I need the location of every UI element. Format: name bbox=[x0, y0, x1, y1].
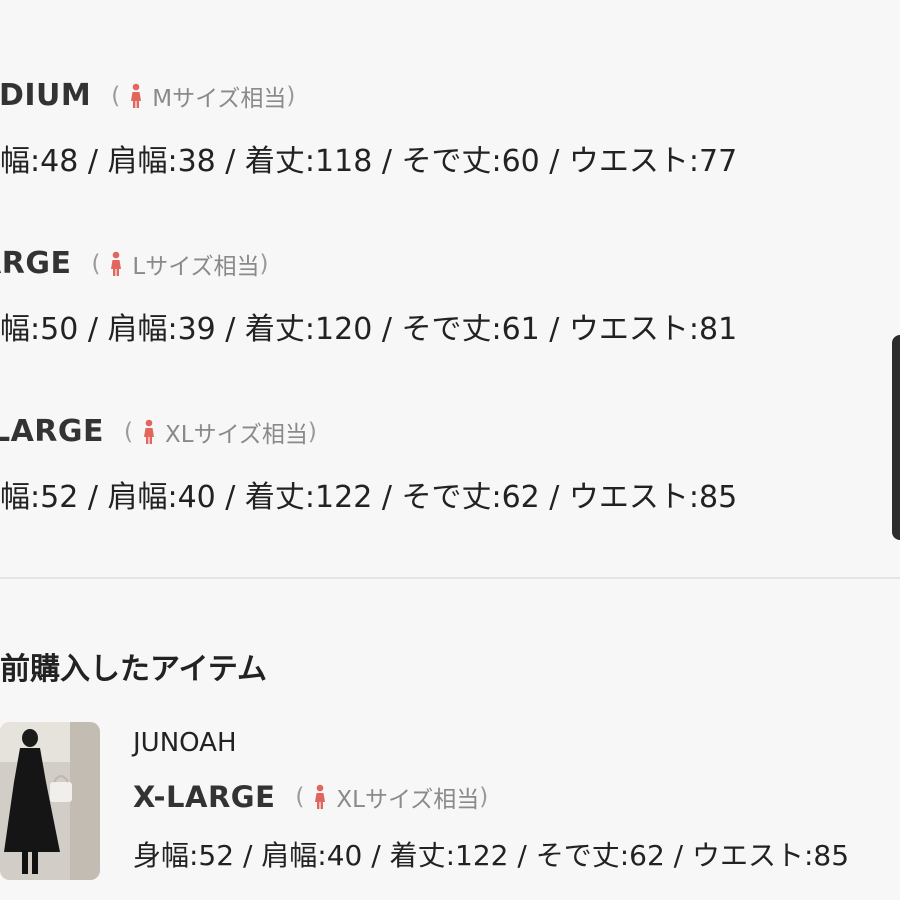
item-size-equivalent: ( XLサイズ相当 ) bbox=[295, 780, 488, 814]
paren-open: ( bbox=[295, 784, 305, 810]
past-purchases-title: 前購入したアイテム bbox=[0, 652, 267, 687]
size-measurements: 幅:52 / 肩幅:40 / 着丈:122 / そで丈:62 / ウエスト:85 bbox=[0, 480, 738, 515]
female-figure-icon bbox=[111, 251, 122, 276]
size-equivalent: ( XLサイズ相当 ) bbox=[124, 415, 317, 449]
section-divider bbox=[0, 577, 900, 579]
product-thumbnail[interactable] bbox=[0, 722, 100, 880]
size-measurements: 幅:50 / 肩幅:39 / 着丈:120 / そで丈:61 / ウエスト:81 bbox=[0, 312, 738, 347]
size-name: -LARGE bbox=[0, 414, 105, 449]
size-equivalent-label: XLサイズ相当 bbox=[165, 421, 308, 448]
item-measurements: 身幅:52 / 肩幅:40 / 着丈:122 / そで丈:62 / ウエスト:8… bbox=[133, 839, 850, 872]
scrollbar-handle[interactable] bbox=[892, 335, 900, 540]
paren-close: ) bbox=[259, 250, 269, 277]
item-size-name: X-LARGE bbox=[133, 780, 276, 814]
paren-close: ) bbox=[307, 418, 317, 445]
paren-open: ( bbox=[124, 418, 133, 445]
female-figure-icon bbox=[315, 784, 326, 809]
product-photo bbox=[0, 722, 100, 880]
paren-open: ( bbox=[111, 82, 121, 109]
size-equivalent-label: Mサイズ相当 bbox=[152, 85, 287, 112]
size-name: ARGE bbox=[0, 246, 72, 281]
size-option-large: ARGE ( Lサイズ相当 ) bbox=[0, 246, 269, 281]
size-name: EDIUM bbox=[0, 78, 92, 113]
item-size: X-LARGE ( XLサイズ相当 ) bbox=[133, 780, 488, 814]
female-figure-icon bbox=[144, 419, 154, 444]
paren-close: ) bbox=[479, 784, 489, 810]
paren-close: ) bbox=[286, 82, 296, 109]
item-brand[interactable]: JUNOAH bbox=[133, 728, 237, 758]
size-equivalent-label: Lサイズ相当 bbox=[132, 253, 260, 280]
size-measurements: 幅:48 / 肩幅:38 / 着丈:118 / そで丈:60 / ウエスト:77 bbox=[0, 144, 738, 179]
paren-open: ( bbox=[91, 250, 101, 277]
female-figure-icon bbox=[131, 83, 142, 108]
size-option-x-large: -LARGE ( XLサイズ相当 ) bbox=[0, 414, 317, 449]
size-equivalent: ( Lサイズ相当 ) bbox=[91, 247, 268, 281]
size-option-medium: EDIUM ( Mサイズ相当 ) bbox=[0, 78, 295, 113]
size-equivalent: ( Mサイズ相当 ) bbox=[111, 79, 295, 113]
item-size-equivalent-label: XLサイズ相当 bbox=[336, 787, 480, 813]
